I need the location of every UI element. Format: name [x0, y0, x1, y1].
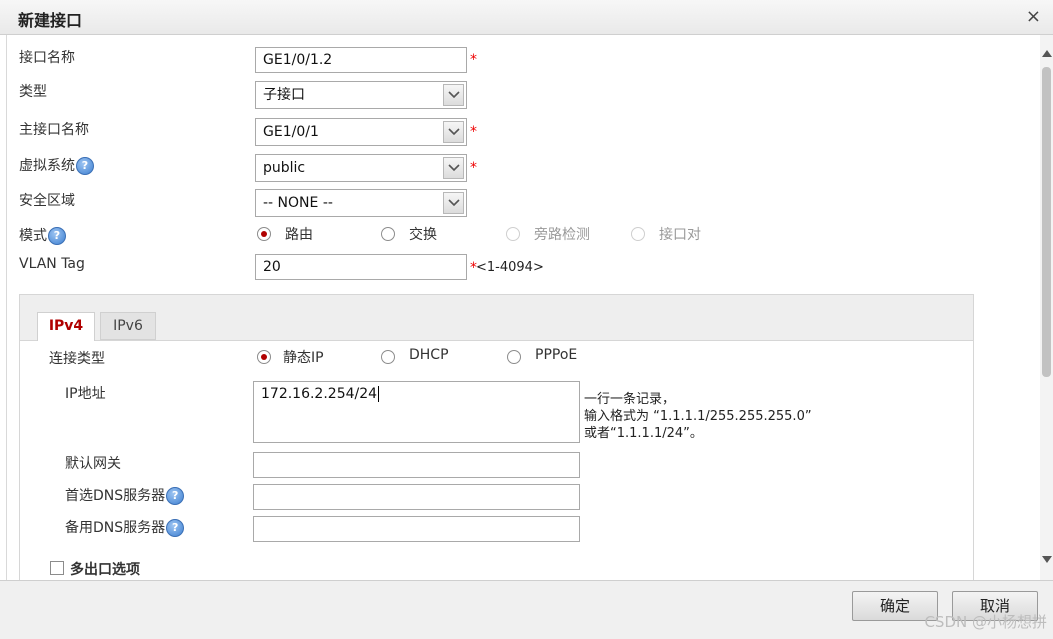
required-mark: *	[470, 160, 477, 176]
ip-address-textarea[interactable]: 172.16.2.254/24	[253, 381, 580, 443]
vlan-input[interactable]: 20	[255, 254, 467, 280]
mode-radio-pair[interactable]	[631, 227, 645, 241]
chevron-down-icon[interactable]	[443, 121, 464, 143]
vsys-label-text: 虚拟系统	[19, 158, 75, 174]
vsys-label: 虚拟系统?	[19, 155, 94, 175]
watermark: CSDN @小杨想拼	[924, 613, 1047, 631]
parent-iface-label: 主接口名称	[19, 122, 89, 138]
mode-radio-route[interactable]	[257, 227, 271, 241]
help-icon[interactable]: ?	[76, 157, 94, 175]
tab-ipv4[interactable]: IPv4	[37, 312, 95, 341]
help-icon[interactable]: ?	[166, 519, 185, 537]
vsys-select-value: public	[263, 160, 306, 176]
mode-label-route: 路由	[285, 227, 313, 243]
vsys-select[interactable]: public	[255, 154, 467, 182]
zone-label: 安全区域	[19, 193, 75, 209]
tab-ipv6[interactable]: IPv6	[100, 312, 156, 340]
conn-label-static: 静态IP	[283, 350, 324, 366]
parent-iface-select[interactable]: GE1/0/1	[255, 118, 467, 146]
ip-address-label: IP地址	[65, 386, 106, 402]
dns2-label: 备用DNS服务器?	[65, 517, 185, 537]
ip-hint-line-3: 或者“1.1.1.1/24”。	[584, 426, 703, 441]
mode-label-switch: 交换	[409, 227, 437, 243]
dns2-label-text: 备用DNS服务器	[65, 520, 166, 536]
iface-name-label: 接口名称	[19, 50, 75, 66]
mode-radio-switch[interactable]	[381, 227, 395, 241]
mode-label: 模式?	[19, 225, 66, 245]
dns2-input[interactable]	[253, 516, 580, 542]
dns1-label: 首选DNS服务器?	[65, 485, 185, 505]
dialog-footer: 确定 取消 CSDN @小杨想拼	[0, 580, 1053, 639]
ip-address-value: 172.16.2.254/24	[261, 386, 378, 402]
conn-label-pppoe: PPPoE	[535, 347, 578, 363]
chevron-down-icon[interactable]	[443, 84, 464, 106]
scroll-down-icon[interactable]	[1042, 556, 1052, 564]
multi-exit-label: 多出口选项	[70, 562, 140, 578]
vlan-hint: <1-4094>	[476, 260, 544, 275]
vertical-scrollbar[interactable]	[1040, 35, 1053, 580]
dialog-titlebar: 新建接口 ×	[0, 0, 1053, 35]
type-label: 类型	[19, 84, 47, 100]
dialog-content: 接口名称 GE1/0/1.2 * 类型 子接口 主接口名称 GE1/0/1 * …	[6, 35, 1041, 580]
parent-iface-value: GE1/0/1	[263, 124, 319, 140]
mode-label-text: 模式	[19, 228, 47, 244]
required-mark: *	[470, 124, 477, 140]
mode-label-bypass: 旁路检测	[534, 227, 590, 243]
tab-bar: IPv4 IPv6	[20, 295, 973, 341]
scrollbar-thumb[interactable]	[1042, 67, 1051, 377]
required-mark: *	[470, 52, 477, 68]
dns1-label-text: 首选DNS服务器	[65, 488, 166, 504]
gateway-input[interactable]	[253, 452, 580, 478]
help-icon[interactable]: ?	[48, 227, 66, 245]
conn-radio-pppoe[interactable]	[507, 350, 521, 364]
help-icon[interactable]: ?	[166, 487, 185, 505]
zone-select[interactable]: -- NONE --	[255, 189, 467, 217]
scroll-up-icon[interactable]	[1042, 49, 1052, 57]
mode-label-pair: 接口对	[659, 227, 701, 243]
conn-radio-dhcp[interactable]	[381, 350, 395, 364]
gateway-label: 默认网关	[65, 456, 121, 472]
dns1-input[interactable]	[253, 484, 580, 510]
dialog-title: 新建接口	[18, 11, 83, 30]
conn-label-dhcp: DHCP	[409, 347, 449, 363]
multi-exit-checkbox[interactable]	[50, 561, 64, 575]
type-select[interactable]: 子接口	[255, 81, 467, 109]
type-select-value: 子接口	[263, 87, 305, 103]
zone-select-value: -- NONE --	[263, 195, 333, 211]
chevron-down-icon[interactable]	[443, 157, 464, 179]
conn-radio-static[interactable]	[257, 350, 271, 364]
iface-name-input[interactable]: GE1/0/1.2	[255, 47, 467, 73]
ip-panel: IPv4 IPv6 连接类型 静态IP DHCP PPPoE IP地址 172.…	[19, 294, 974, 580]
mode-radio-bypass[interactable]	[506, 227, 520, 241]
vlan-label: VLAN Tag	[19, 256, 85, 272]
conn-type-label: 连接类型	[49, 351, 105, 367]
chevron-down-icon[interactable]	[443, 192, 464, 214]
close-icon[interactable]: ×	[1026, 6, 1041, 27]
